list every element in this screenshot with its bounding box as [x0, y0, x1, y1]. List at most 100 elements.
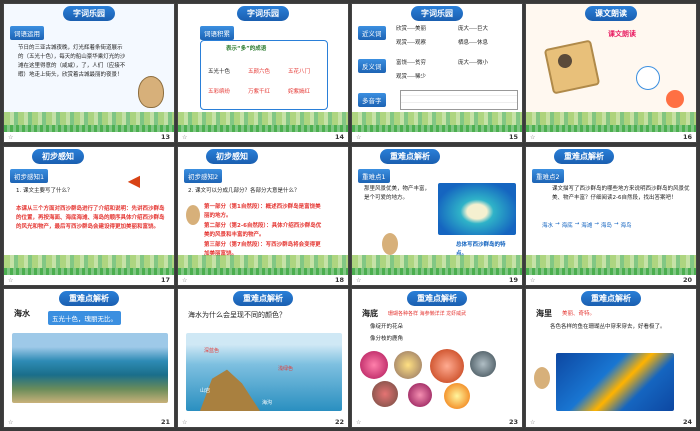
- coral-photo: [444, 383, 470, 409]
- slide-footer: [526, 417, 696, 427]
- question-text: 1. 课文主要写了什么？: [16, 187, 73, 194]
- topic-heading: 海里: [536, 309, 552, 318]
- slide-thumbnail-grid: 字词乐园 词语运用 节日的三亚古城夜晚，灯光辉着条街道展示的（五光十色），每天的…: [3, 3, 697, 428]
- sea-cucumber-photo: [470, 351, 496, 377]
- slide-thumbnail-21[interactable]: 重难点解析 海水 五光十色，瑰丽无比。 ☆ 21: [3, 288, 175, 428]
- slide-title: 字词乐园: [63, 6, 115, 21]
- island-aerial-photo: [438, 182, 516, 235]
- speech-bubble: [636, 66, 660, 90]
- idiom-item: 万紫千红: [248, 89, 271, 95]
- slide-thumbnail-24[interactable]: 重难点解析 海里 美丽、奇特。 各色各样的鱼在珊瑚丛中穿来穿去，好看极了。 ☆ …: [525, 288, 697, 428]
- description-line: 像绽开的花朵: [370, 324, 404, 330]
- star-icon: ☆: [8, 419, 14, 426]
- idiom-item: 姹紫嫣红: [288, 89, 311, 95]
- star-icon: ☆: [530, 134, 536, 141]
- slide-thumbnail-16[interactable]: 课文朗读 课文朗读 ☆ 16: [525, 3, 697, 143]
- star-icon: ☆: [182, 276, 188, 284]
- word-pair: 栖息----休息: [458, 40, 488, 46]
- idiom-item: 五彩缤纷: [208, 89, 231, 95]
- slide-footer: [352, 274, 522, 285]
- slide-thumbnail-18[interactable]: 初步感知 初步感知2 2. 课文可以分成几部分？各部分大意是什么？ 第一部分（第…: [177, 145, 349, 286]
- word-pair: 欣赏----美丽: [396, 26, 426, 32]
- section-tag: 初步感知1: [10, 168, 49, 183]
- slide-thumbnail-14[interactable]: 字词乐园 词语积累 表示“多”的成语 五光十色 五颜六色 五花八门 五彩缤纷 万…: [177, 3, 349, 143]
- part-text: 第二部分（第2-6自然段）：具体介绍西沙群岛优美的风景和丰富的物产。: [204, 222, 322, 238]
- slide-body-text: 各色各样的鱼在珊瑚丛中穿来穿去，好看极了。: [550, 324, 666, 330]
- slide-title: 初步感知: [32, 148, 84, 164]
- star-icon: ☆: [356, 276, 362, 284]
- word-pair: 观赏----稀少: [396, 74, 426, 80]
- word-pair: 观赏----观察: [396, 40, 426, 46]
- answer-text: 本课从三个方面对西沙群岛进行了介绍和说明：先讲西沙群岛的位置，再按海面、海底海滩…: [16, 205, 165, 230]
- cartoon-character-icon: [138, 76, 164, 108]
- section-tag: 多音字: [358, 93, 386, 107]
- slide-footer: [352, 132, 522, 142]
- slide-thumbnail-23[interactable]: 重难点解析 海底 珊瑚各种各样 海参懒洋洋 龙虾威武 像绽开的花朵 像分枝的鹿角…: [351, 288, 523, 428]
- slide-footer: [352, 417, 522, 427]
- slide-footer: [526, 274, 696, 285]
- flow-item: 海鸟: [620, 222, 632, 229]
- slide-footer: [4, 132, 174, 142]
- slide-title: 重难点解析: [581, 291, 641, 306]
- diagram-label: 浅绿色: [278, 366, 294, 372]
- section-tag: 重难点1: [358, 168, 390, 183]
- diagram-label: 海沟: [262, 400, 273, 406]
- slide-thumbnail-13[interactable]: 字词乐园 词语运用 节日的三亚古城夜晚，灯光辉着条街道展示的（五光十色），每天的…: [3, 3, 175, 143]
- slide-thumbnail-17[interactable]: 初步感知 初步感知1 ◀ 1. 课文主要写了什么？ 本课从三个方面对西沙群岛进行…: [3, 145, 175, 286]
- idiom-subtitle: 表示“多”的成语: [226, 46, 267, 52]
- topic-note: 珊瑚各种各样 海参懒洋洋 龙虾威武: [388, 311, 467, 317]
- slide-footer: [526, 132, 696, 142]
- slide-thumbnail-15[interactable]: 字词乐园 近义词 欣赏----美丽 庞大----巨大 观赏----观察 栖息--…: [351, 3, 523, 143]
- star-icon: ☆: [530, 419, 536, 426]
- topic-heading: 海水: [14, 309, 30, 318]
- coral-photo: [394, 351, 422, 379]
- flow-arrow: →: [594, 220, 599, 227]
- cartoon-character-icon: [534, 367, 550, 389]
- description-line: 像分枝的鹿角: [370, 336, 404, 342]
- slide-body-text: 那里风景优美，物产丰富，是个可爱的地方。: [364, 185, 431, 201]
- slide-number: 21: [160, 418, 170, 426]
- slide-number: 23: [508, 418, 518, 426]
- cartoon-character-icon: [382, 232, 398, 255]
- polyphone-table: [400, 90, 518, 110]
- slide-number: 18: [334, 275, 344, 284]
- topic-note: 五光十色，瑰丽无比。: [48, 311, 121, 325]
- part-text: 第一部分（第1自然段）：概述西沙群岛是富饶美丽的地方。: [204, 203, 321, 219]
- slide-title: 重难点解析: [380, 148, 440, 164]
- question-text: 2. 课文可以分成几部分？各部分大意是什么？: [188, 187, 300, 194]
- flow-item: 海底: [561, 222, 573, 229]
- slide-thumbnail-19[interactable]: 重难点解析 重难点1 那里风景优美，物产丰富，是个可爱的地方。 总体写西沙群岛的…: [351, 145, 523, 286]
- section-tag: 反义词: [358, 59, 386, 73]
- star-icon: ☆: [182, 134, 188, 141]
- star-icon: ☆: [8, 134, 14, 141]
- slide-number: 24: [682, 418, 692, 426]
- diagram-label: 深蓝色: [204, 348, 220, 354]
- slide-title: 课文朗读: [585, 6, 637, 21]
- section-tag: 词语积累: [200, 26, 234, 40]
- star-icon: ☆: [356, 419, 362, 426]
- slide-footer: [178, 274, 348, 285]
- slide-number: 22: [334, 418, 344, 426]
- slide-number: 15: [508, 133, 518, 141]
- slide-footer: [178, 417, 348, 427]
- slide-number: 13: [160, 133, 170, 141]
- speaker-icon: ◀: [127, 170, 140, 190]
- star-icon: ☆: [182, 419, 188, 426]
- slide-thumbnail-20[interactable]: 重难点解析 重难点2 课文描写了西沙群岛的哪些地方来说明西沙群岛的风景优美、物产…: [525, 145, 697, 286]
- reading-label: 课文朗读: [608, 30, 636, 38]
- fish-photo: [556, 353, 674, 411]
- flow-arrow: →: [555, 220, 560, 227]
- flow-arrow: →: [574, 220, 580, 227]
- sea-photo: [12, 333, 168, 403]
- slide-title: 重难点解析: [554, 148, 614, 164]
- slide-thumbnail-22[interactable]: 重难点解析 海水为什么会呈现不同的颜色？ 深蓝色 浅绿色 山岩 海沟 ☆ 22: [177, 288, 349, 428]
- star-icon: ☆: [356, 134, 362, 141]
- question-text: 海水为什么会呈现不同的颜色？: [188, 311, 286, 319]
- flow-item: 海滩: [581, 222, 593, 229]
- slide-number: 17: [160, 275, 170, 284]
- slide-title: 初步感知: [206, 148, 258, 164]
- slide-title: 重难点解析: [407, 291, 467, 306]
- diagram-label: 山岩: [200, 388, 211, 394]
- slide-footer: [178, 132, 348, 142]
- slide-number: 19: [508, 275, 518, 284]
